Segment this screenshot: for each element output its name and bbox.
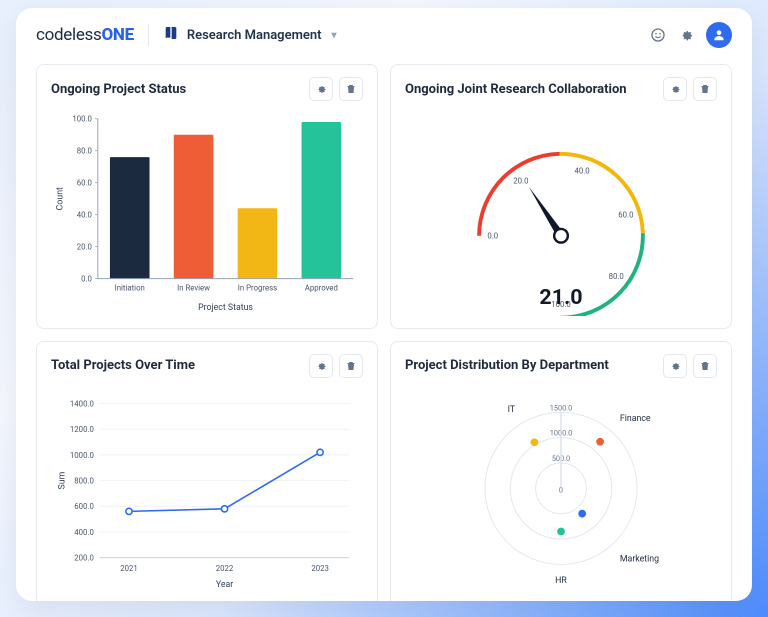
svg-text:In Progress: In Progress (238, 283, 277, 292)
svg-text:2023: 2023 (311, 564, 329, 573)
svg-text:100.0: 100.0 (72, 115, 92, 124)
logo: codelessONE (36, 25, 134, 45)
svg-text:1500.0: 1500.0 (550, 403, 572, 412)
gear-icon[interactable] (663, 77, 687, 101)
svg-text:40.0: 40.0 (574, 167, 589, 176)
gear-icon[interactable] (309, 77, 333, 101)
logo-suffix: ONE (102, 25, 134, 45)
gear-icon[interactable] (309, 354, 333, 378)
workspace-selector[interactable]: Research Management ▾ (163, 25, 337, 45)
divider (148, 24, 149, 46)
app-window: codelessONE Research Management ▾ (16, 8, 752, 601)
top-icons (650, 22, 732, 48)
dashboard-grid: Ongoing Project Status 0.0 20.0 40.0 60.0 80… (16, 58, 752, 601)
trash-icon[interactable] (693, 77, 717, 101)
svg-text:Finance: Finance (620, 414, 651, 424)
logo-prefix: codeless (36, 25, 102, 45)
svg-text:In Review: In Review (177, 283, 210, 292)
svg-text:0.0: 0.0 (81, 275, 92, 284)
card-title: Total Projects Over Time (51, 358, 195, 373)
trash-icon[interactable] (339, 77, 363, 101)
svg-text:400.0: 400.0 (74, 528, 94, 537)
gear-icon[interactable] (663, 354, 687, 378)
trash-icon[interactable] (339, 354, 363, 378)
card-distribution: Project Distribution By Department 500.0… (390, 341, 732, 601)
svg-text:Sum: Sum (58, 471, 68, 489)
svg-text:2022: 2022 (216, 564, 234, 573)
svg-text:IT: IT (508, 405, 516, 415)
emoji-icon[interactable] (650, 27, 666, 43)
svg-text:600.0: 600.0 (74, 502, 94, 511)
svg-text:1200.0: 1200.0 (70, 425, 94, 434)
avatar[interactable] (706, 22, 732, 48)
polar-chart: 500.01000.01500.00ITFinanceMarketingHR (405, 384, 717, 593)
card-collaboration: Ongoing Joint Research Collaboration 0.0… (390, 64, 732, 329)
card-over-time: Total Projects Over Time 200.0 400.0 600.0… (36, 341, 378, 601)
svg-text:60.0: 60.0 (77, 179, 92, 188)
svg-text:200.0: 200.0 (74, 553, 94, 562)
svg-text:1400.0: 1400.0 (70, 399, 94, 408)
svg-text:Marketing: Marketing (620, 554, 659, 564)
workspace-label: Research Management (187, 28, 322, 43)
card-project-status: Ongoing Project Status 0.0 20.0 40.0 60.0 80… (36, 64, 378, 329)
svg-text:HR: HR (555, 576, 567, 586)
svg-text:Approved: Approved (305, 283, 338, 292)
svg-text:60.0: 60.0 (618, 211, 633, 220)
trash-icon[interactable] (693, 354, 717, 378)
gear-icon[interactable] (678, 27, 694, 43)
svg-text:20.0: 20.0 (77, 243, 92, 252)
book-icon (163, 25, 179, 45)
svg-text:Year: Year (216, 580, 233, 590)
line-chart: 200.0 400.0 600.0 800.0 1000.0 1200.0 1400.0 20… (51, 384, 363, 593)
svg-text:Initiation: Initiation (115, 283, 145, 292)
card-title: Ongoing Joint Research Collaboration (405, 82, 627, 97)
svg-text:800.0: 800.0 (74, 476, 94, 485)
svg-text:21.0: 21.0 (539, 285, 582, 310)
svg-text:1000.0: 1000.0 (70, 451, 94, 460)
card-title: Ongoing Project Status (51, 82, 186, 97)
svg-text:20.0: 20.0 (513, 176, 528, 185)
top-bar: codelessONE Research Management ▾ (16, 8, 752, 58)
svg-text:80.0: 80.0 (77, 147, 92, 156)
svg-text:Count: Count (56, 187, 66, 210)
svg-text:2021: 2021 (120, 564, 138, 573)
svg-text:40.0: 40.0 (77, 211, 92, 220)
gauge-chart: 0.020.040.060.080.0100.021.0 (405, 107, 717, 316)
card-title: Project Distribution By Department (405, 358, 609, 373)
svg-text:Project Status: Project Status (198, 303, 253, 313)
bar-chart: 0.0 20.0 40.0 60.0 80.0 100.0 Initiation In Rev… (51, 107, 363, 316)
chevron-down-icon: ▾ (332, 30, 337, 41)
svg-text:0.0: 0.0 (487, 232, 498, 241)
svg-text:80.0: 80.0 (609, 272, 624, 281)
